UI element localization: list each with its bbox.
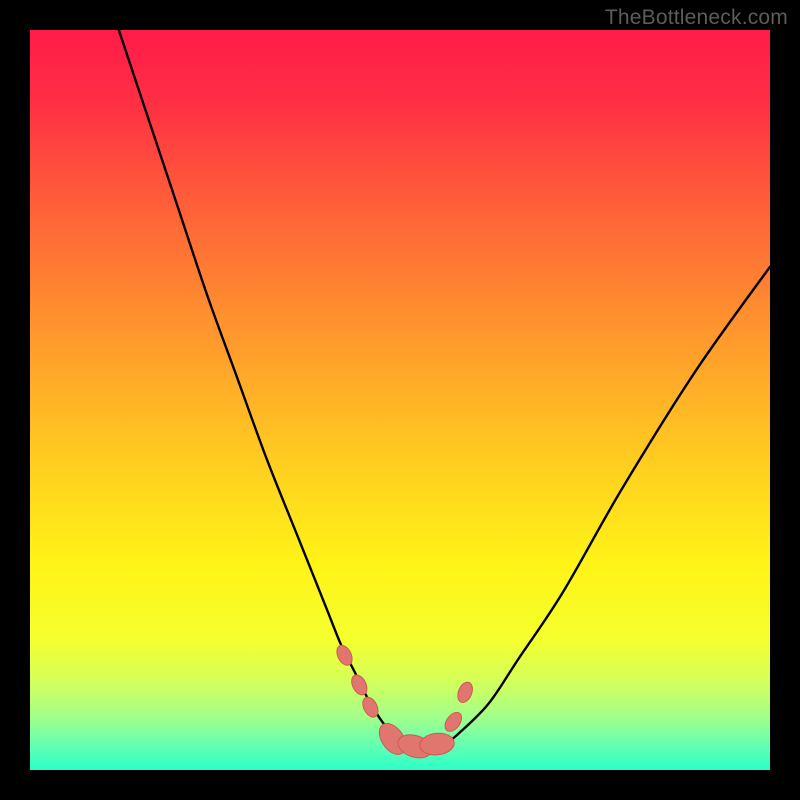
chart-frame: TheBottleneck.com: [0, 0, 800, 800]
gradient-background: [30, 30, 770, 770]
plot-area: [30, 30, 770, 770]
watermark-text: TheBottleneck.com: [605, 6, 788, 30]
chart-svg: [30, 30, 770, 770]
